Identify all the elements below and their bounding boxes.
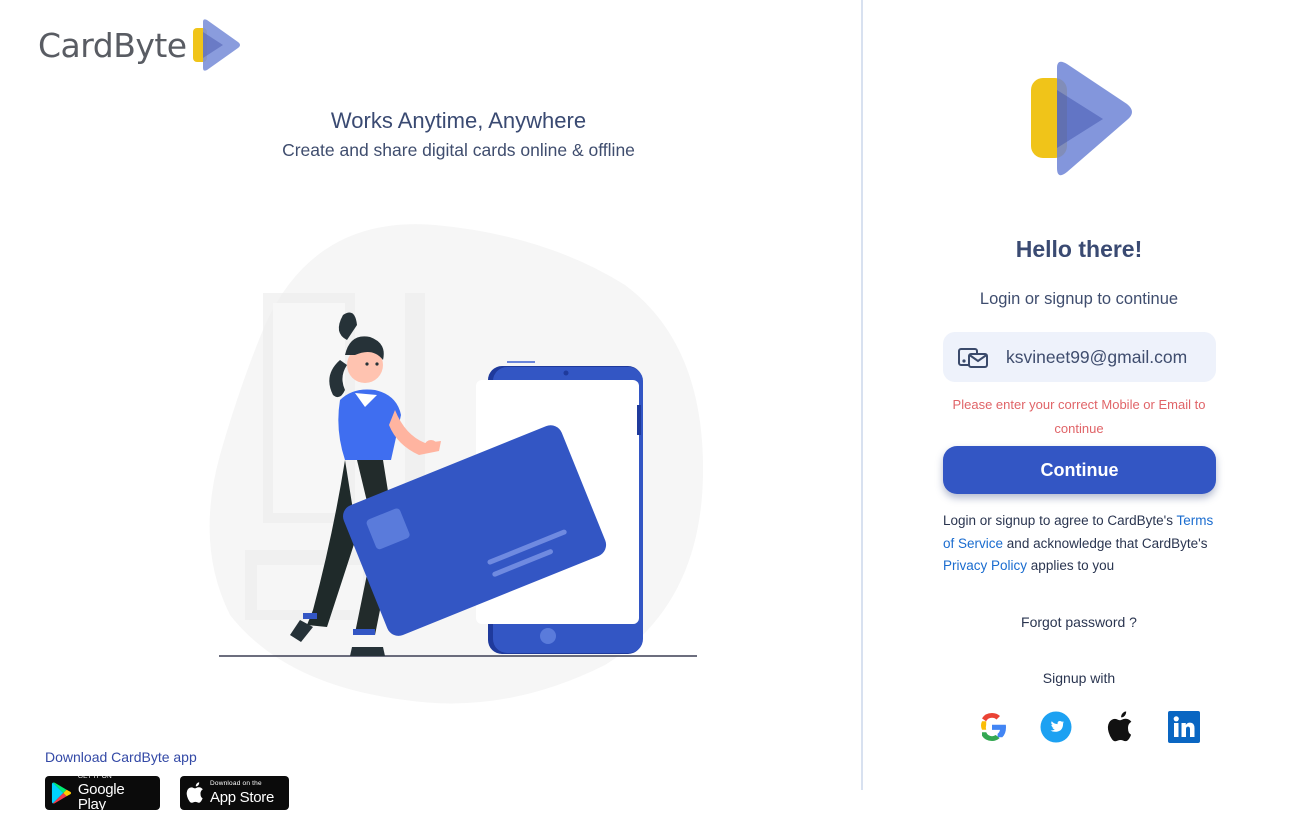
login-subtitle: Login or signup to continue [979,290,1179,308]
privacy-policy-link[interactable]: Privacy Policy [943,558,1027,573]
hero-title: Works Anytime, Anywhere [330,108,587,133]
hero: Works Anytime, Anywhere Create and share… [28,108,889,161]
twitter-icon[interactable] [1039,710,1072,743]
hero-subtitle: Create and share digital cards online & … [282,140,635,160]
login-panel: Hello there! Login or signup to continue… [863,0,1295,832]
google-play-button[interactable]: GET IT ON Google Play [45,772,160,814]
app-store-small-text: Download on the [210,780,262,788]
signup-with-label: Signup with [1042,670,1116,686]
store-badges: GET IT ON Google Play Download on the Ap… [45,772,289,814]
email-mobile-field[interactable] [943,332,1216,382]
error-message: Please enter your correct Mobile or Emai… [952,397,1206,436]
app-store-big-text: App Store [210,788,275,806]
apple-store-icon [186,782,203,803]
email-input[interactable] [1006,346,1216,368]
forgot-password-link[interactable]: Forgot password ? [863,614,1295,630]
download-app-label: Download CardByte app [45,749,197,765]
google-play-big-text: Google Play [77,781,125,814]
continue-button[interactable]: Continue [943,446,1216,494]
google-play-icon [51,782,72,804]
terms-text: Login or signup to agree to CardByte's T… [943,510,1223,578]
google-play-small-text: GET IT ON [77,772,112,780]
logo-mark-icon [192,19,240,71]
terms-suffix: applies to you [1030,558,1115,573]
greeting-heading: Hello there! [1015,236,1143,262]
app-store-button[interactable]: Download on the App Store [180,776,289,810]
cardbyte-logo[interactable]: CardByte [38,18,241,72]
apple-icon[interactable] [1103,710,1136,743]
left-panel: CardByte Works Anytime, Anywhere Create … [0,0,861,832]
terms-middle: and acknowledge that CardByte's [1006,535,1208,551]
contact-icon [953,332,992,382]
linkedin-icon[interactable] [1167,710,1200,743]
google-icon[interactable] [975,710,1008,743]
social-signup [975,710,1200,743]
cardbyte-mark-icon [1031,61,1132,176]
logo-text: CardByte [38,25,187,65]
terms-prefix: Login or signup to agree to CardByte's [943,513,1173,528]
woman-holding-card-illustration [209,224,704,704]
